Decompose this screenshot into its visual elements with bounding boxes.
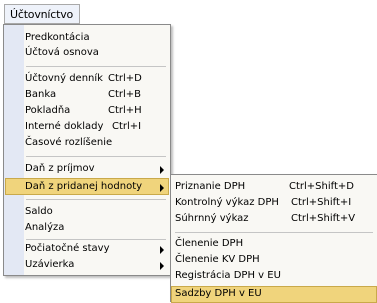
menu-item-label: Účtovný denník (25, 73, 103, 84)
dph-submenu: Priznanie DPH Ctrl+Shift+D Kontrolný výk… (170, 174, 377, 303)
menu-separator (26, 66, 166, 67)
menu-separator (26, 239, 166, 240)
menu-item-label: Účtová osnova (25, 47, 99, 58)
menu-item-label: Daň z pridanej hodnoty (25, 181, 143, 192)
menu-item-casove-rozlisenie[interactable]: Časové rozlíšenie (5, 135, 169, 152)
menu-item-shortcut: Ctrl+B (108, 89, 142, 100)
menu-item-saldo[interactable]: Saldo (5, 204, 169, 221)
submenu-item-shortcut: Ctrl+Shift+D (289, 181, 354, 192)
menu-item-shortcut: Ctrl+H (108, 105, 142, 116)
submenu-item-label: Súhrnný výkaz (175, 213, 249, 224)
menu-item-label: Časové rozlíšenie (25, 137, 113, 148)
submenu-item-shortcut: Ctrl+Shift+I (291, 197, 352, 208)
menu-item-label: Saldo (25, 206, 53, 217)
submenu-item-label: Členenie DPH (175, 238, 244, 249)
submenu-item-kontrolny-vykaz-dph[interactable]: Kontrolný výkaz DPH Ctrl+Shift+I (171, 195, 377, 212)
menu-item-analyza[interactable]: Analýza (5, 220, 169, 237)
submenu-arrow-icon (160, 262, 164, 270)
menu-item-dan-z-prijmov[interactable]: Daň z príjmov (5, 161, 169, 178)
submenu-item-clenenie-kv-dph[interactable]: Členenie KV DPH (171, 252, 377, 269)
submenu-item-label: Sadzby DPH v EU (175, 288, 262, 299)
submenu-item-priznanie-dph[interactable]: Priznanie DPH Ctrl+Shift+D (171, 179, 377, 196)
menu-item-label: Predkontácia (25, 32, 90, 43)
menu-item-label: Počiatočné stavy (25, 243, 110, 254)
menu-item-pociatocne-stavy[interactable]: Počiatočné stavy (5, 241, 169, 258)
submenu-item-sadzby-dph-v-eu[interactable]: Sadzby DPH v EU (171, 286, 377, 303)
submenu-item-label: Registrácia DPH v EU (175, 270, 281, 281)
submenu-item-clenenie-dph[interactable]: Členenie DPH (171, 236, 377, 253)
menu-separator (175, 232, 373, 233)
submenu-item-label: Členenie KV DPH (175, 254, 260, 265)
menu-item-pokladna[interactable]: Pokladňa Ctrl+H (5, 103, 169, 120)
submenu-arrow-icon (160, 246, 164, 254)
menu-item-banka[interactable]: Banka Ctrl+B (5, 87, 169, 104)
menu-item-uctovny-dennik[interactable]: Účtovný denník Ctrl+D (5, 71, 169, 88)
submenu-item-label: Priznanie DPH (175, 181, 246, 192)
menu-item-label: Banka (25, 89, 57, 100)
menu-item-interne-doklady[interactable]: Interné doklady Ctrl+I (5, 119, 169, 136)
menu-item-label: Pokladňa (25, 105, 71, 116)
menu-item-dan-z-pridanej-hodnoty[interactable]: Daň z pridanej hodnoty (5, 178, 169, 195)
submenu-item-label: Kontrolný výkaz DPH (175, 197, 279, 208)
menu-item-label: Uzávierka (25, 259, 75, 270)
menu-separator (26, 199, 166, 200)
submenu-item-suhrnny-vykaz[interactable]: Súhrnný výkaz Ctrl+Shift+V (171, 211, 377, 228)
submenu-arrow-icon (160, 184, 164, 192)
menu-item-label: Interné doklady (25, 121, 104, 132)
menu-item-uctova-osnova[interactable]: Účtová osnova (5, 45, 169, 62)
menu-item-label: Analýza (25, 222, 65, 233)
uctovnictvo-menu: Predkontácia Účtová osnova Účtovný denní… (3, 24, 171, 276)
menu-separator (26, 156, 166, 157)
submenu-arrow-icon (160, 166, 164, 174)
submenu-item-registracia-dph-v-eu[interactable]: Registrácia DPH v EU (171, 268, 377, 285)
submenu-item-shortcut: Ctrl+Shift+V (291, 213, 356, 224)
menu-item-shortcut: Ctrl+I (112, 121, 142, 132)
menu-item-shortcut: Ctrl+D (108, 73, 142, 84)
menu-item-label: Daň z príjmov (25, 163, 95, 174)
menubar-uctovnictvo[interactable]: Účtovníctvo (4, 4, 80, 24)
menu-item-uzavierka[interactable]: Uzávierka (5, 257, 169, 274)
